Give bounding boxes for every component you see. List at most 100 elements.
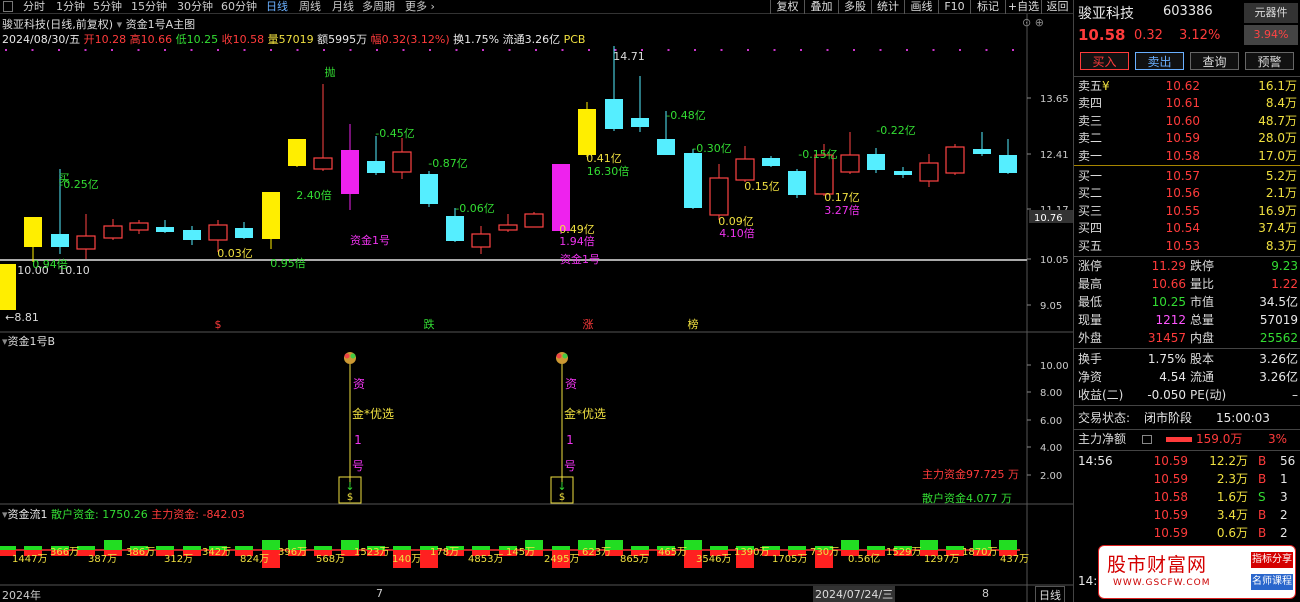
draw-line-button[interactable]: 画线	[904, 0, 938, 14]
stat-row[interactable]: 最低 10.25 市值 34.5亿	[1074, 294, 1300, 311]
ask-row[interactable]: 卖一 10.58 17.0万	[1074, 148, 1300, 165]
ask-row[interactable]: 卖三 10.60 48.7万	[1074, 113, 1300, 130]
logo-tag-course: 名师课程	[1251, 574, 1293, 590]
period-tab-weekly[interactable]: 周线	[299, 0, 321, 14]
candle-body	[578, 109, 596, 155]
period-tab-1min[interactable]: 1分钟	[56, 0, 85, 14]
flow-bar-retail	[0, 546, 16, 550]
sector-tag[interactable]: PCB	[564, 33, 586, 46]
stat-row[interactable]: 外盘 31457 内盘 25562	[1074, 330, 1300, 347]
bid-label: 买二	[1078, 186, 1103, 201]
fundamental-row[interactable]: 收益(二) -0.050 PE(动) –	[1074, 387, 1300, 404]
period-tab-monthly[interactable]: 月线	[332, 0, 354, 14]
dot-marker	[429, 49, 431, 51]
retail-fund-value: 1750.26	[102, 508, 148, 521]
dot-marker	[800, 49, 802, 51]
flow-bar-retail	[393, 546, 411, 550]
float-label: 流通	[502, 33, 525, 46]
tick-row[interactable]: 10.59 0.6万 B 2	[1074, 525, 1300, 542]
flow-bar-label: 396万	[278, 547, 307, 558]
logo-text: 股市财富网	[1107, 554, 1208, 576]
adjust-button[interactable]: 复权	[770, 0, 804, 14]
bid-volume: 37.4万	[1258, 221, 1297, 236]
multi-stock-button[interactable]: 多股	[838, 0, 871, 14]
candle-body	[446, 216, 464, 241]
ask-label: 卖五¥	[1078, 79, 1110, 93]
stat-value: 10.66	[1151, 277, 1186, 291]
period-tab-60min[interactable]: 60分钟	[221, 0, 257, 14]
fundamental-row[interactable]: 换手 1.75% 股本 3.26亿	[1074, 351, 1300, 368]
dot-marker	[482, 49, 484, 51]
flow-bar-label: 1705万	[772, 554, 807, 565]
y-tick-label: 10.05	[1040, 255, 1069, 266]
period-tab-multi[interactable]: 多周期	[362, 0, 395, 14]
high-value: 10.66	[140, 33, 173, 46]
stock-name: 骏亚科技	[1078, 6, 1134, 22]
add-watchlist-button[interactable]: +自选	[1005, 0, 1041, 14]
ask-row[interactable]: 卖五¥ 10.62 16.1万	[1074, 78, 1300, 95]
buy-button[interactable]: 买入	[1080, 52, 1129, 70]
pane3-title-text[interactable]: 资金流1	[8, 508, 48, 521]
stat-row[interactable]: 现量 1212 总量 57019	[1074, 312, 1300, 329]
candle-body	[208, 224, 228, 241]
flow-bar-label: 465万	[658, 547, 687, 558]
bid-row[interactable]: 买四 10.54 37.4万	[1074, 220, 1300, 237]
bid-row[interactable]: 买五 10.53 8.3万	[1074, 238, 1300, 255]
stat-row[interactable]: 涨停 11.29 跌停 9.23	[1074, 258, 1300, 275]
back-button[interactable]: 返回	[1041, 0, 1073, 14]
period-tab-more[interactable]: 更多 ›	[405, 0, 435, 14]
price-change: 0.32	[1134, 28, 1163, 43]
chart-annotation: -0.22亿	[876, 124, 915, 137]
chart-annotation: 资金1号	[350, 233, 390, 247]
bid-price: 10.56	[1165, 186, 1200, 201]
ask-row[interactable]: 卖四 10.61 8.4万	[1074, 95, 1300, 112]
main-force-text: 主力资金97.725	[922, 468, 1005, 481]
candle-body	[129, 222, 149, 231]
flow-bar-label: 145万	[506, 547, 535, 558]
fundamental-row[interactable]: 净资 4.54 流通 3.26亿	[1074, 369, 1300, 386]
alert-button[interactable]: 预警	[1245, 52, 1294, 70]
divider	[1074, 165, 1300, 166]
open-value: 10.28	[94, 33, 127, 46]
tick-row[interactable]: 14:56 10.59 12.2万 B 56	[1074, 453, 1300, 470]
query-button[interactable]: 查询	[1190, 52, 1239, 70]
signal-text: 资	[565, 377, 577, 391]
tick-row[interactable]: 10.59 2.3万 B 1	[1074, 471, 1300, 488]
bid-volume: 8.3万	[1265, 238, 1297, 253]
ask-row[interactable]: 卖二 10.59 28.0万	[1074, 130, 1300, 147]
period-tab-30min[interactable]: 30分钟	[177, 0, 213, 14]
bid-row[interactable]: 买三 10.55 16.9万	[1074, 203, 1300, 220]
bid-row[interactable]: 买二 10.56 2.1万	[1074, 185, 1300, 202]
ohlc-date: 2024/08/30/五	[2, 33, 81, 46]
chart-indicator-name[interactable]: 资金1号A主图	[126, 18, 196, 31]
dot-marker	[879, 49, 882, 51]
period-tab-intraday[interactable]: 分时	[23, 0, 45, 14]
zoom-controls[interactable]: ⊙ ⊕	[1022, 16, 1044, 29]
net-flow-menu-icon[interactable]	[1142, 435, 1152, 444]
mark-button[interactable]: 标记	[970, 0, 1005, 14]
overlay-button[interactable]: 叠加	[804, 0, 838, 14]
flow-bar-retail	[314, 546, 332, 550]
candle-body	[919, 162, 939, 182]
pane2-title-text[interactable]: 资金1号B	[8, 335, 56, 348]
sidebar-toggle-icon[interactable]	[3, 1, 13, 12]
signal-top-icon	[556, 353, 562, 359]
stat-row[interactable]: 最高 10.66 量比 1.22	[1074, 276, 1300, 293]
bid-row[interactable]: 买一 10.57 5.2万	[1074, 168, 1300, 185]
stat-label: 涨停	[1078, 259, 1103, 273]
period-tab-5min[interactable]: 5分钟	[93, 0, 122, 14]
f10-button[interactable]: F10	[938, 0, 970, 14]
tick-row[interactable]: 10.58 1.6万 S 3	[1074, 489, 1300, 506]
period-indicator[interactable]: 日线	[1035, 586, 1065, 602]
period-tab-15min[interactable]: 15分钟	[131, 0, 167, 14]
stats-button[interactable]: 统计	[871, 0, 904, 14]
candle-body	[235, 228, 253, 238]
dot-marker	[667, 49, 670, 51]
candle-body	[51, 234, 69, 247]
tick-row[interactable]: 10.59 3.4万 B 2	[1074, 507, 1300, 524]
sector-button[interactable]: 元器件	[1244, 3, 1298, 23]
stat-label: 最高	[1078, 277, 1103, 291]
period-tab-daily[interactable]: 日线	[266, 0, 288, 14]
sell-button[interactable]: 卖出	[1135, 52, 1184, 70]
kline-chart-area[interactable]: 13.6512.4111.1710.059.0510.7614.71←8.81抛…	[0, 14, 1073, 602]
